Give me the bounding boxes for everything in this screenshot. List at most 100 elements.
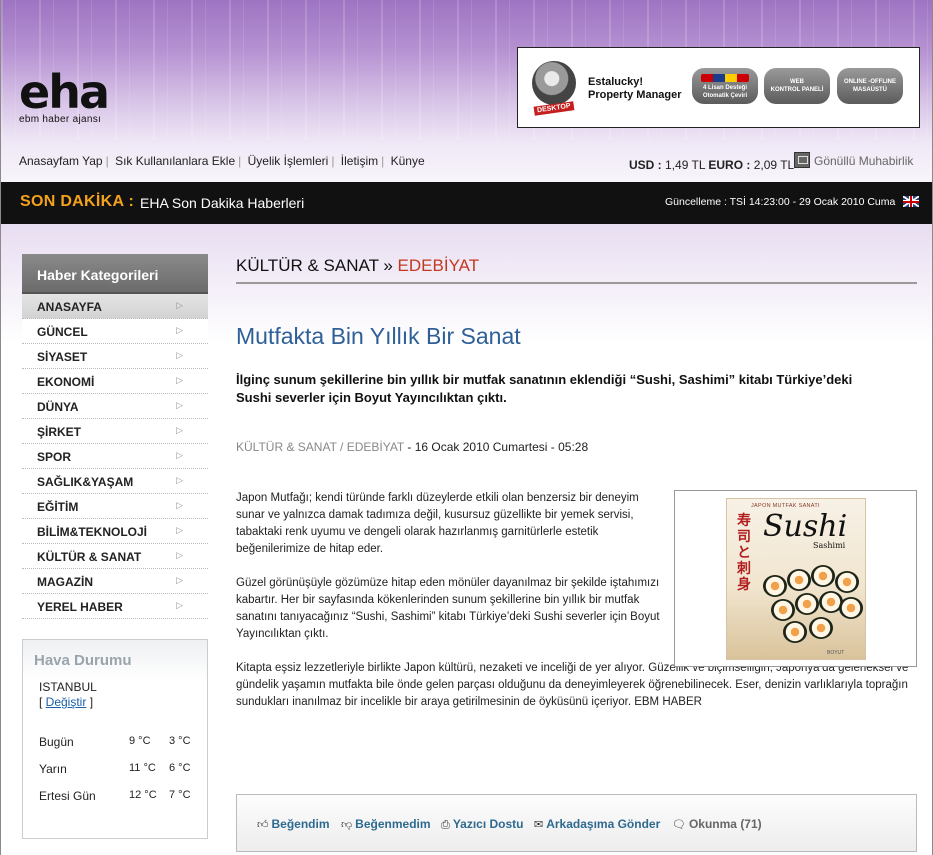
article-title: Mutfakta Bin Yıllık Bir Sanat (236, 323, 521, 349)
link-contact[interactable]: İletişim (341, 154, 378, 168)
weather-high: 9 °C (129, 735, 151, 747)
volunteer-reporter-link[interactable]: Gönüllü Muhabirlik (794, 152, 913, 168)
arrow-right-icon: ▷ (176, 450, 183, 460)
weather-change: [ Değiştir ] (39, 695, 93, 709)
sushi-roll (795, 593, 819, 615)
weather-high: 12 °C (129, 789, 157, 801)
article-category[interactable]: KÜLTÜR & SANAT / EDEBİYAT (236, 440, 404, 454)
sidebar-item-dunya[interactable]: DÜNYA ▷ (22, 394, 208, 419)
send-to-friend-button[interactable]: ✉ Arkadaşıma Gönder (534, 817, 660, 831)
usd-value: 1,49 TL (665, 158, 706, 172)
like-label: Beğendim (271, 817, 330, 831)
weather-low: 3 °C (169, 735, 191, 747)
book-subtitle: Sashimi (813, 541, 846, 550)
sushi-roll (783, 621, 807, 643)
sidebar-item-anasayfa[interactable]: ANASAYFA ▷ (22, 294, 208, 319)
ad-button-web-line2: KONTROL PANELİ (770, 87, 824, 93)
flags-icon (701, 74, 749, 82)
sidebar-item-egitim[interactable]: EĞİTİM ▷ (22, 494, 208, 519)
cd-disc-icon (532, 61, 576, 105)
print-label: Yazıcı Dostu (452, 817, 524, 831)
page: eha ebm haber ajansı DESKTOP Estalucky! … (0, 0, 933, 855)
category-sidebar: Haber Kategorileri ANASAYFA ▷ GÜNCEL ▷ SİY… (22, 254, 208, 619)
sidebar-title: Haber Kategorileri (22, 254, 208, 294)
breadcrumb: KÜLTÜR & SANAT » EDEBİYAT (236, 256, 479, 276)
sidebar-item-label: ANASAYFA (37, 300, 102, 314)
link-imprint[interactable]: Künye (391, 154, 425, 168)
link-add-favorites[interactable]: Sık Kullanılanlara Ekle (115, 154, 235, 168)
breaking-text[interactable]: EHA Son Dakika Haberleri (140, 195, 304, 211)
sidebar-item-label: GÜNCEL (37, 325, 88, 339)
sidebar-item-bilim-teknoloji[interactable]: BİLİM&TEKNOLOJİ ▷ (22, 519, 208, 544)
sidebar-item-saglik-yasam[interactable]: SAĞLIK&YAŞAM ▷ (22, 469, 208, 494)
sidebar-item-label: EĞİTİM (37, 500, 79, 514)
breadcrumb-separator: » (378, 256, 398, 275)
breaking-label: SON DAKİKA : (20, 193, 135, 210)
arrow-right-icon: ▷ (176, 600, 183, 610)
ad-button-language-line1: 4 Lisan Desteği (702, 85, 747, 91)
like-button[interactable]: 👍︎ Beğendim (257, 817, 330, 831)
sushi-roll (809, 617, 833, 639)
sushi-roll (763, 575, 787, 597)
article-paragraph: Güzel görünüşüyle gözümüze hitap eden mö… (236, 577, 660, 640)
sidebar-item-siyaset[interactable]: SİYASET ▷ (22, 344, 208, 369)
weather-low: 6 °C (169, 762, 191, 774)
change-city-link[interactable]: Değiştir (46, 695, 87, 709)
breadcrumb-category[interactable]: KÜLTÜR & SANAT (236, 256, 379, 275)
sushi-roll (771, 599, 795, 621)
usd-label: USD : (629, 158, 662, 172)
breadcrumb-subcategory[interactable]: EDEBİYAT (398, 256, 480, 275)
sushi-roll (839, 597, 863, 619)
sidebar-item-label: KÜLTÜR & SANAT (37, 550, 142, 564)
sidebar-item-label: ŞİRKET (37, 425, 82, 439)
sidebar-item-magazin[interactable]: MAGAZİN ▷ (22, 569, 208, 594)
arrow-right-icon: ▷ (176, 525, 183, 535)
ad-button-online-offline[interactable]: ONLINE -OFFLINE MASAÜSTÜ (837, 68, 903, 104)
weather-day: Yarın (39, 762, 67, 776)
arrow-right-icon: ▷ (176, 500, 183, 510)
sidebar-item-kultur-sanat[interactable]: KÜLTÜR & SANAT ▷ (22, 544, 208, 569)
speech-bubble-icon: 🗨 (672, 819, 686, 831)
breadcrumb-divider (236, 282, 917, 284)
arrow-right-icon: ▷ (176, 400, 183, 410)
arrow-right-icon: ▷ (176, 300, 183, 310)
read-count: 🗨 Okunma (71) (672, 817, 762, 831)
ad-button-web-panel[interactable]: WEB KONTROL PANELİ (764, 68, 830, 104)
sushi-roll (835, 571, 859, 593)
dislike-button[interactable]: 👎︎ Beğenmedim (341, 817, 431, 831)
ad-button-language-line2: Otomatik Çeviri (702, 93, 748, 99)
link-set-homepage[interactable]: Anasayfam Yap (19, 154, 103, 168)
weather-title: Hava Durumu (23, 640, 207, 680)
sidebar-item-label: EKONOMİ (37, 375, 95, 389)
sidebar-item-spor[interactable]: SPOR ▷ (22, 444, 208, 469)
print-button[interactable]: ⎙ Yazıcı Dostu (441, 817, 524, 832)
sushi-roll (811, 565, 835, 587)
ad-title-line2: Property Manager (588, 89, 682, 101)
article-lead: İlginç sunum şekillerine bin yıllık bir … (236, 372, 853, 405)
article-toolbar: 👍︎ Beğendim 👎︎ Beğenmedim ⎙ Yazıcı Dostu ✉ A… (236, 794, 917, 852)
book-publisher: BOYUT (827, 650, 845, 656)
article-image-frame: JAPON MUTFAK SANATI 寿司と刺身 Sushi Sashimi … (674, 490, 917, 667)
sidebar-item-label: SAĞLIK&YAŞAM (37, 475, 134, 489)
logo-text: eha (19, 65, 110, 119)
link-membership[interactable]: Üyelik İşlemleri (248, 154, 329, 168)
sidebar-item-guncel[interactable]: GÜNCEL ▷ (22, 319, 208, 344)
ad-title-line1: Estalucky! (588, 76, 644, 88)
arrow-right-icon: ▷ (176, 350, 183, 360)
breaking-news-bar: SON DAKİKA : EHA Son Dakika Haberleri Gü… (1, 182, 932, 224)
dislike-label: Beğenmedim (355, 817, 431, 831)
sidebar-item-yerel-haber[interactable]: YEREL HABER ▷ (22, 594, 208, 619)
site-header: eha ebm haber ajansı DESKTOP Estalucky! … (1, 0, 932, 182)
sidebar-item-ekonomi[interactable]: EKONOMİ ▷ (22, 369, 208, 394)
currency-rates: USD : 1,49 TL EURO : 2,09 TL (629, 158, 794, 172)
printer-icon: ⎙ (441, 819, 450, 831)
reporter-icon (794, 152, 810, 168)
sidebar-item-sirket[interactable]: ŞİRKET ▷ (22, 419, 208, 444)
english-flag-icon[interactable] (903, 196, 919, 207)
article-date: - 16 Ocak 2010 Cumartesi - 05:28 (404, 440, 589, 454)
site-logo[interactable]: eha ebm haber ajansı (19, 65, 110, 125)
change-prefix: [ (39, 695, 46, 709)
ad-banner[interactable]: DESKTOP Estalucky! Property Manager 4 Li… (517, 47, 920, 128)
ad-button-language[interactable]: 4 Lisan Desteği Otomatik Çeviri (692, 68, 758, 104)
logo-subtext: ebm haber ajansı (19, 114, 102, 125)
